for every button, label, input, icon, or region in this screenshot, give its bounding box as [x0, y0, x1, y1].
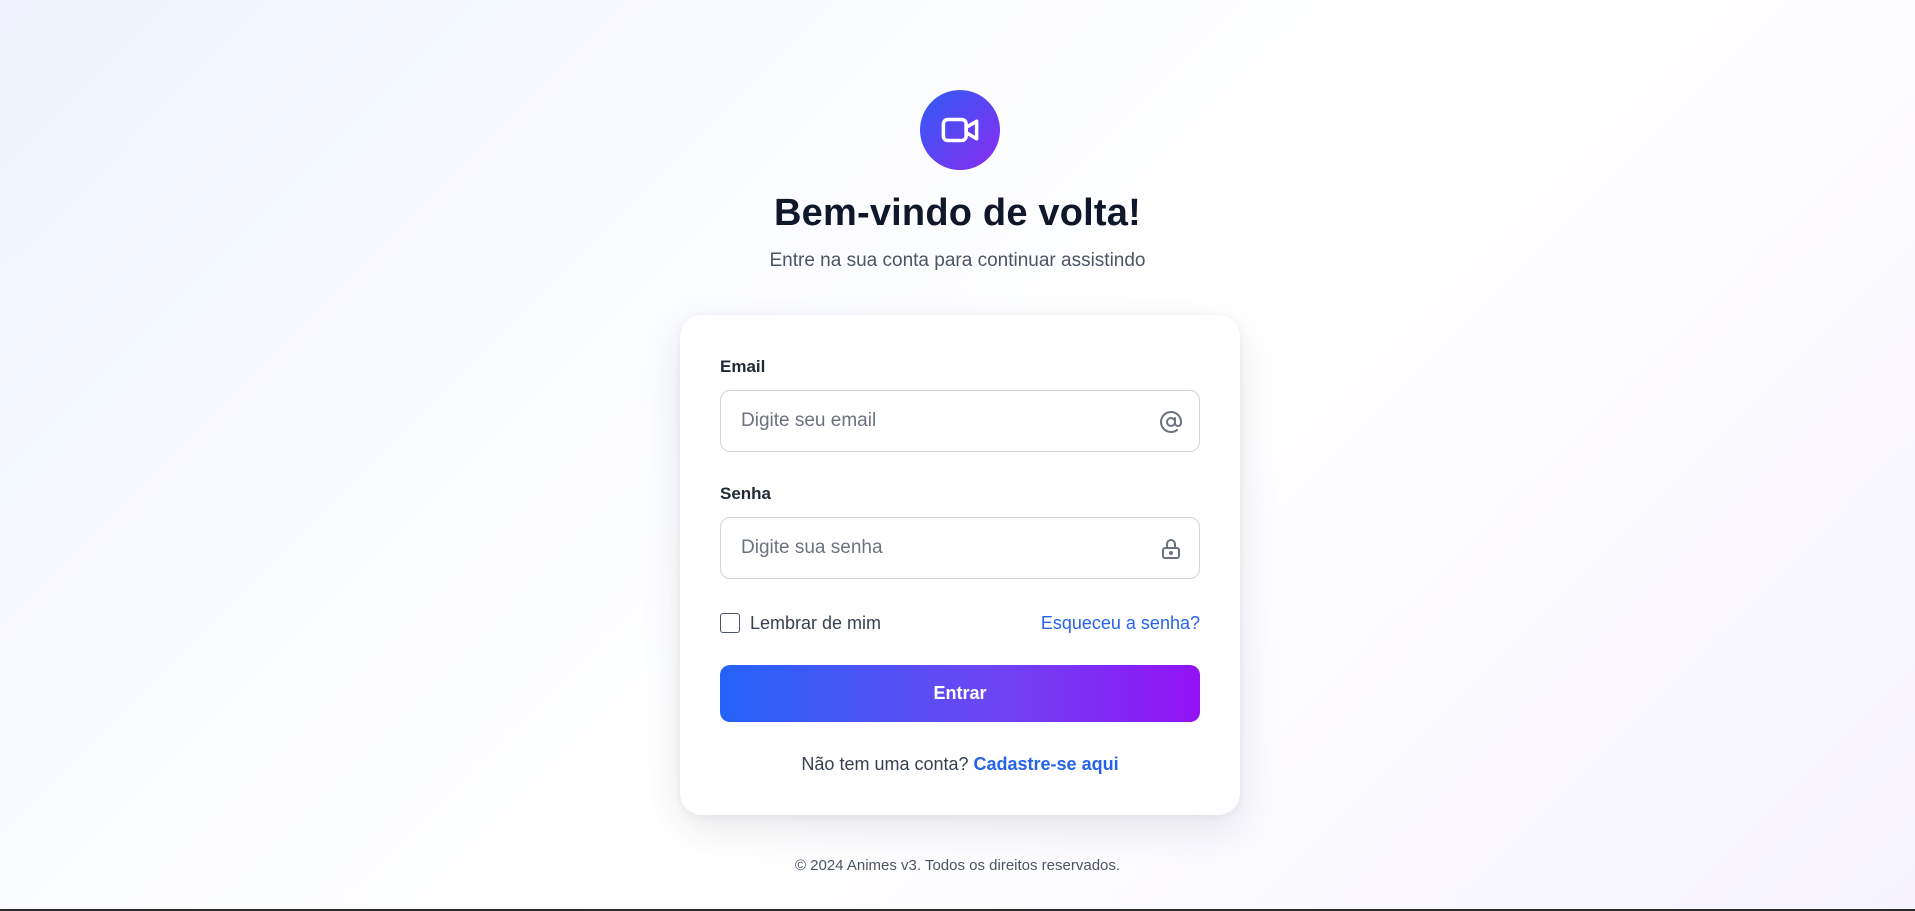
footer-copyright: © 2024 Animes v3. Todos os direitos rese… [794, 857, 1121, 874]
password-field-wrapper [720, 517, 1200, 579]
signup-prompt-text: Não tem uma conta? [801, 754, 974, 774]
password-field[interactable] [721, 518, 1199, 578]
signup-prompt: Não tem uma conta? Cadastre-se aqui [680, 754, 1240, 775]
at-sign-icon [1160, 411, 1182, 433]
page-title: Bem-vindo de volta! [774, 192, 1141, 234]
login-button[interactable]: Entrar [720, 665, 1200, 722]
remember-me: Lembrar de mim [720, 611, 881, 635]
email-field[interactable] [721, 391, 1199, 451]
email-label: Email [720, 357, 766, 376]
page-subtitle: Entre na sua conta para continuar assist… [769, 250, 1146, 271]
remember-checkbox[interactable] [720, 613, 740, 633]
video-camera-icon [941, 117, 979, 143]
forgot-password-link[interactable]: Esqueceu a senha? [1041, 613, 1200, 634]
lock-icon [1162, 539, 1180, 559]
password-label: Senha [720, 484, 772, 503]
app-logo [920, 90, 1000, 170]
email-field-wrapper [720, 390, 1200, 452]
remember-label[interactable]: Lembrar de mim [750, 613, 881, 634]
signup-link[interactable]: Cadastre-se aqui [974, 754, 1119, 774]
login-card: Email Senha Lembrar de mim Esqueceu a se… [680, 315, 1240, 815]
